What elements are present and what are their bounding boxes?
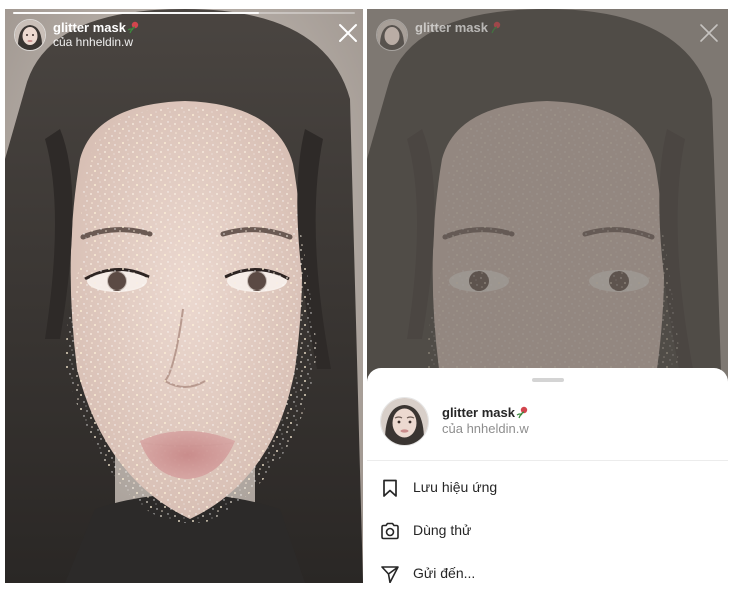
send-to-button[interactable]: Gửi đến...: [367, 555, 728, 583]
effect-thumbnail: [380, 397, 429, 446]
rose-icon: [515, 405, 529, 420]
close-icon: [698, 22, 720, 44]
divider: [367, 460, 728, 461]
sheet-effect-title: glitter mask: [442, 405, 515, 420]
try-it-button[interactable]: Dùng thử: [367, 512, 728, 550]
effect-name-row: glitter mask: [415, 20, 502, 35]
story-header[interactable]: glitter mask của hnheldin.w: [53, 20, 140, 49]
save-effect-button[interactable]: Lưu hiệu ứng: [367, 469, 728, 507]
creator-name: của hnheldin.w: [53, 35, 134, 49]
effect-name: glitter mask: [53, 20, 126, 35]
send-to-label: Gửi đến...: [413, 565, 476, 581]
bookmark-icon: [380, 478, 400, 498]
sheet-creator-name[interactable]: của hnheldin.w: [442, 421, 529, 436]
camera-icon: [380, 521, 400, 541]
effect-name: glitter mask: [415, 20, 488, 35]
close-icon[interactable]: [337, 22, 359, 44]
story-progress-bar: [13, 12, 355, 14]
rose-icon: [488, 20, 502, 35]
story-progress-fill: [13, 12, 260, 14]
rose-icon: [126, 20, 140, 35]
face-photo: [5, 9, 363, 583]
story-header: glitter mask: [415, 20, 502, 35]
send-icon: [380, 564, 400, 583]
story-viewer: glitter mask của hnheldin.w: [5, 9, 363, 583]
effect-name-row: glitter mask: [53, 20, 140, 35]
sheet-handle[interactable]: [532, 378, 564, 382]
sheet-effect-name: glitter mask: [442, 405, 529, 420]
try-it-label: Dùng thử: [413, 522, 472, 538]
save-effect-label: Lưu hiệu ứng: [413, 479, 498, 495]
creator-avatar: [376, 19, 408, 51]
story-viewer-with-sheet: glitter mask glitter mask của hnheldin.w…: [367, 9, 728, 583]
effect-action-sheet: glitter mask của hnheldin.w Lưu hiệu ứng…: [367, 368, 728, 583]
creator-avatar[interactable]: [14, 19, 46, 51]
